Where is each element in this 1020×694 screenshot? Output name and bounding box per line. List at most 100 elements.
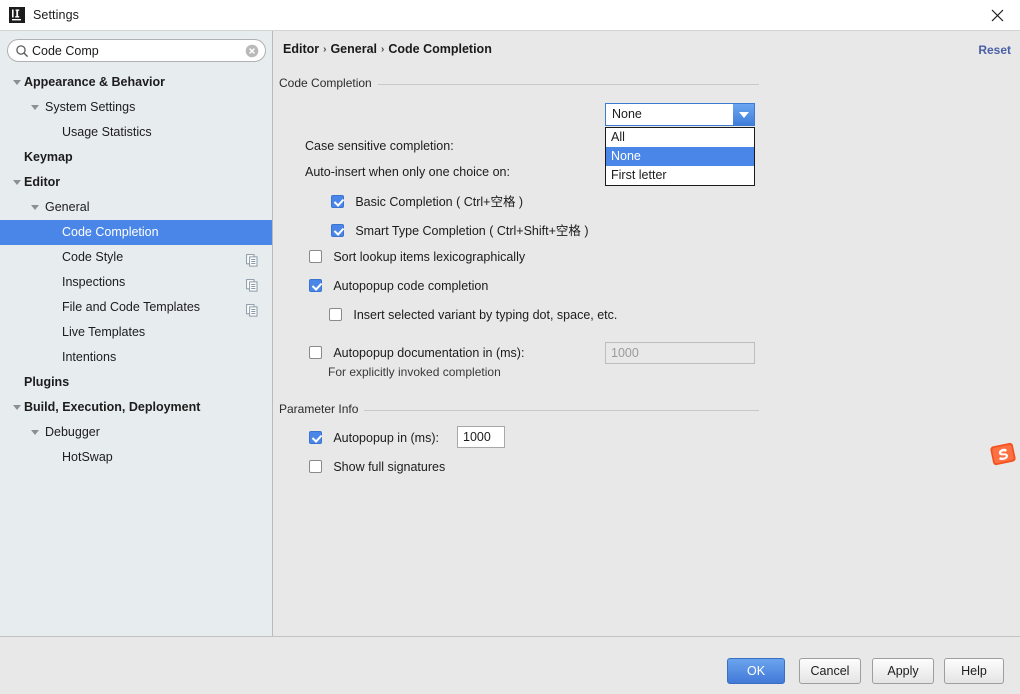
chevron-down-icon[interactable] xyxy=(31,430,39,435)
smart-type-completion-row[interactable]: Smart Type Completion ( Ctrl+Shift+空格 ) xyxy=(331,220,589,239)
code-completion-group: Code Completion xyxy=(279,76,759,93)
autopopup-code-completion-row[interactable]: Autopopup code completion xyxy=(309,279,488,293)
insert-selected-variant-row[interactable]: Insert selected variant by typing dot, s… xyxy=(329,308,617,322)
show-full-signatures-row[interactable]: Show full signatures xyxy=(309,460,445,474)
show-full-signatures-checkbox[interactable] xyxy=(309,460,322,473)
sidebar-item-plugins[interactable]: Plugins xyxy=(0,370,272,395)
breadcrumb-part[interactable]: General xyxy=(330,42,377,56)
sogou-ime-icon[interactable] xyxy=(989,440,1017,468)
dropdown-options-list[interactable]: All None First letter xyxy=(605,127,755,186)
copy-settings-icon[interactable] xyxy=(246,276,258,292)
sidebar-item-usage-statistics[interactable]: Usage Statistics xyxy=(0,120,272,145)
sidebar-item-code-style[interactable]: Code Style xyxy=(0,245,272,270)
dropdown-option-first-letter[interactable]: First letter xyxy=(606,166,754,185)
parameter-info-group: Parameter Info xyxy=(279,402,759,419)
copy-settings-icon[interactable] xyxy=(246,301,258,317)
smart-type-completion-checkbox[interactable] xyxy=(331,224,344,237)
sidebar-item-label: Code Style xyxy=(62,250,124,264)
autopopup-documentation-hint: For explicitly invoked completion xyxy=(328,365,501,379)
autopopup-documentation-label[interactable]: Autopopup documentation in (ms): xyxy=(333,346,524,360)
chevron-down-icon[interactable] xyxy=(13,405,21,410)
sidebar-item-label: HotSwap xyxy=(62,450,113,464)
insert-selected-variant-label[interactable]: Insert selected variant by typing dot, s… xyxy=(353,308,617,322)
chevron-down-icon[interactable] xyxy=(733,104,754,125)
sidebar-item-label: Debugger xyxy=(45,425,100,439)
parameter-autopopup-input[interactable] xyxy=(457,426,505,448)
basic-completion-row[interactable]: Basic Completion ( Ctrl+空格 ) xyxy=(331,191,523,210)
case-sensitive-completion-dropdown[interactable]: None xyxy=(605,103,755,126)
breadcrumb-part[interactable]: Code Completion xyxy=(388,42,491,56)
apply-button[interactable]: Apply xyxy=(872,658,934,684)
sidebar-item-appearance-behavior[interactable]: Appearance & Behavior xyxy=(0,70,272,95)
sidebar-item-label: File and Code Templates xyxy=(62,300,201,314)
dialog-footer: OK Cancel Apply Help xyxy=(0,636,1020,694)
copy-settings-icon[interactable] xyxy=(246,251,258,267)
title-bar: Settings xyxy=(0,0,1020,31)
chevron-down-icon[interactable] xyxy=(13,80,21,85)
group-title: Parameter Info xyxy=(279,402,365,416)
smart-type-completion-label[interactable]: Smart Type Completion ( Ctrl+Shift+空格 ) xyxy=(355,224,588,238)
cancel-button[interactable]: Cancel xyxy=(799,658,861,684)
sidebar-item-inspections[interactable]: Inspections xyxy=(0,270,272,295)
parameter-autopopup-row[interactable]: Autopopup in (ms): xyxy=(309,431,439,445)
auto-insert-label: Auto-insert when only one choice on: xyxy=(305,165,510,179)
sidebar-item-label: Keymap xyxy=(24,150,73,164)
sidebar-item-label: Usage Statistics xyxy=(62,125,152,139)
chevron-down-icon[interactable] xyxy=(13,180,21,185)
parameter-autopopup-label[interactable]: Autopopup in (ms): xyxy=(333,431,439,445)
dropdown-option-none[interactable]: None xyxy=(606,147,754,166)
sidebar-item-intentions[interactable]: Intentions xyxy=(0,345,272,370)
sidebar-item-live-templates[interactable]: Live Templates xyxy=(0,320,272,345)
sidebar-item-label: Live Templates xyxy=(62,325,146,339)
sort-lookup-checkbox[interactable] xyxy=(309,250,322,263)
close-icon[interactable] xyxy=(974,0,1020,31)
sidebar-item-hotswap[interactable]: HotSwap xyxy=(0,445,272,470)
code-completion-group-header: Code Completion xyxy=(279,76,759,93)
settings-tree: Appearance & Behavior System Settings Usag… xyxy=(0,70,272,470)
dropdown-selected-value: None xyxy=(612,107,642,121)
chevron-down-icon[interactable] xyxy=(31,105,39,110)
help-button[interactable]: Help xyxy=(944,658,1004,684)
sidebar-item-general[interactable]: General xyxy=(0,195,272,220)
breadcrumb-part[interactable]: Editor xyxy=(283,42,319,56)
autopopup-code-completion-label[interactable]: Autopopup code completion xyxy=(333,279,488,293)
breadcrumb-separator-icon: › xyxy=(381,44,385,55)
search-input[interactable] xyxy=(32,40,240,61)
ok-button[interactable]: OK xyxy=(727,658,785,684)
autopopup-documentation-row[interactable]: Autopopup documentation in (ms): xyxy=(309,346,524,360)
sidebar-item-label: Inspections xyxy=(62,275,126,289)
breadcrumb: Editor › General › Code Completion xyxy=(283,42,492,56)
window-title: Settings xyxy=(33,8,79,22)
sidebar-item-label: General xyxy=(45,200,90,214)
reset-link[interactable]: Reset xyxy=(978,43,1011,57)
sidebar-item-keymap[interactable]: Keymap xyxy=(0,145,272,170)
basic-completion-checkbox[interactable] xyxy=(331,195,344,208)
breadcrumb-separator-icon: › xyxy=(323,44,327,55)
parameter-autopopup-checkbox[interactable] xyxy=(309,431,322,444)
autopopup-code-completion-checkbox[interactable] xyxy=(309,279,322,292)
basic-completion-label[interactable]: Basic Completion ( Ctrl+空格 ) xyxy=(355,195,523,209)
sidebar-item-editor[interactable]: Editor xyxy=(0,170,272,195)
dropdown-option-all[interactable]: All xyxy=(606,128,754,147)
sidebar-item-label: System Settings xyxy=(45,100,136,114)
sidebar-item-label: Editor xyxy=(24,175,61,189)
sort-lookup-label[interactable]: Sort lookup items lexicographically xyxy=(333,250,525,264)
clear-circle-icon[interactable] xyxy=(245,44,259,58)
search-box-wrapper xyxy=(7,39,266,62)
settings-dialog: Settings Code Comp Appearance & Behavior… xyxy=(0,0,1020,694)
autopopup-documentation-input[interactable] xyxy=(605,342,755,364)
insert-selected-variant-checkbox[interactable] xyxy=(329,308,342,321)
sidebar-item-label: Appearance & Behavior xyxy=(24,75,166,89)
sidebar-item-system-settings[interactable]: System Settings xyxy=(0,95,272,120)
sort-lookup-row[interactable]: Sort lookup items lexicographically xyxy=(309,250,525,264)
show-full-signatures-label[interactable]: Show full signatures xyxy=(333,460,445,474)
chevron-down-icon[interactable] xyxy=(31,205,39,210)
settings-sidebar: Appearance & Behavior System Settings Usag… xyxy=(0,31,273,636)
intellij-idea-icon xyxy=(9,7,25,23)
sidebar-item-debugger[interactable]: Debugger xyxy=(0,420,272,445)
sidebar-item-file-and-code-templates[interactable]: File and Code Templates xyxy=(0,295,272,320)
search-box[interactable] xyxy=(7,39,266,62)
autopopup-documentation-checkbox[interactable] xyxy=(309,346,322,359)
sidebar-item-code-completion[interactable]: Code Completion xyxy=(0,220,272,245)
sidebar-item-build-execution-deployment[interactable]: Build, Execution, Deployment xyxy=(0,395,272,420)
